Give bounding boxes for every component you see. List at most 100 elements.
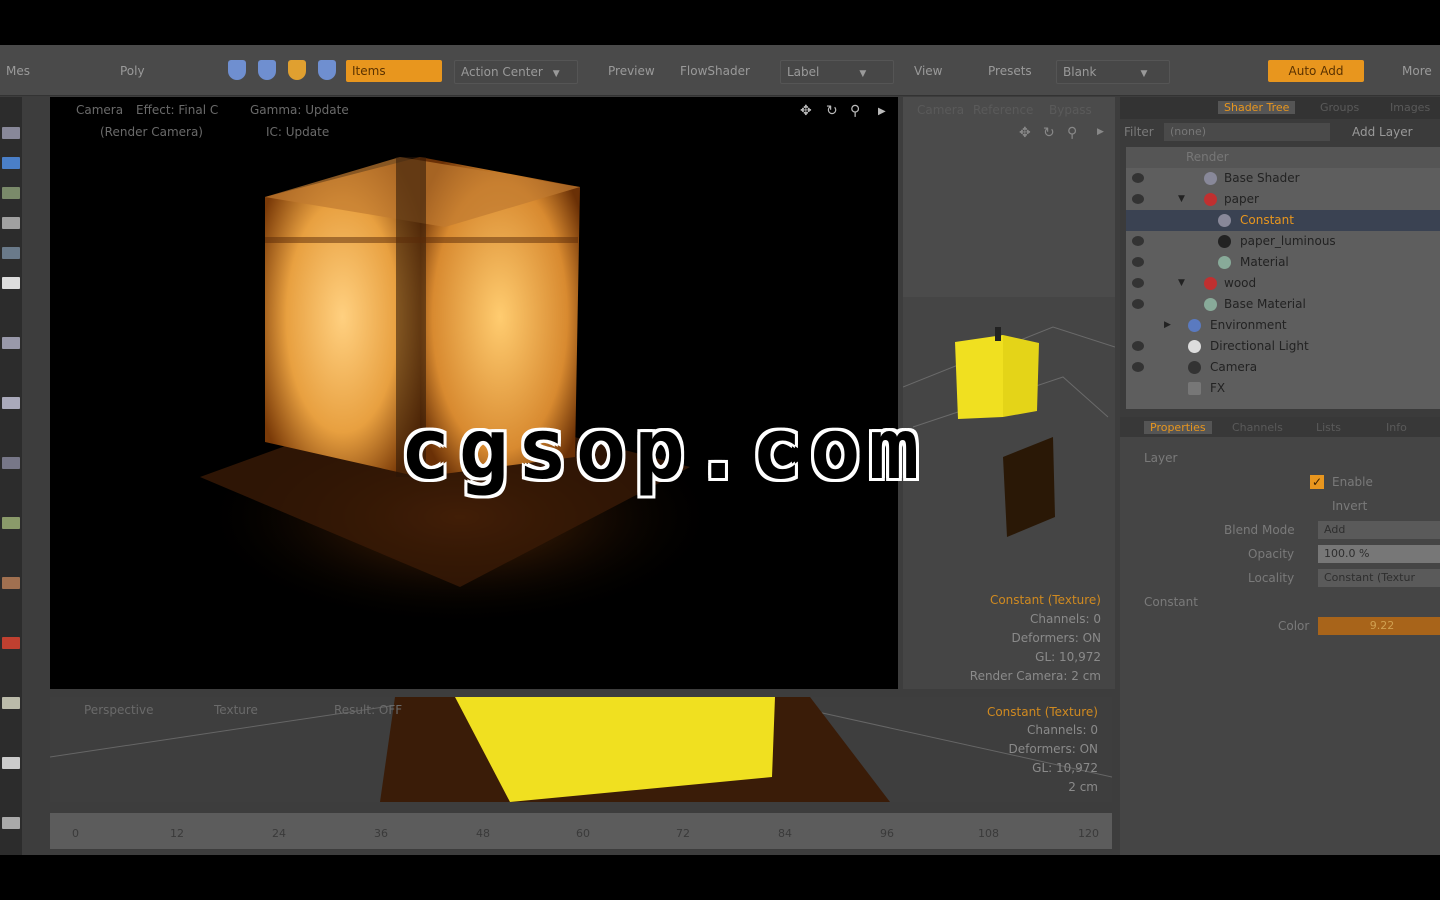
shader-tree-tabs: Shader Tree Groups Images	[1120, 97, 1440, 119]
chevron-down-icon[interactable]: ▼	[1178, 189, 1185, 210]
shader-icon	[1204, 172, 1217, 185]
tab-groups[interactable]: Groups	[1320, 101, 1359, 114]
tool-swatch-icon[interactable]	[2, 397, 20, 409]
tree-row-base-shader[interactable]: Base Shader	[1126, 168, 1440, 189]
timeline-tick: 96	[880, 827, 894, 840]
viewport-perspective-label[interactable]: Perspective	[84, 703, 154, 717]
timeline-tick: 120	[1078, 827, 1099, 840]
items-mode-label: Items	[352, 64, 386, 78]
tool-swatch-icon[interactable]	[2, 247, 20, 259]
tree-row-label: Base Shader	[1224, 171, 1300, 185]
opacity-field[interactable]: 100.0 %	[1318, 545, 1440, 563]
visibility-eye-icon[interactable]	[1132, 278, 1144, 288]
auto-add-button[interactable]: Auto Add	[1268, 60, 1364, 82]
tree-row-constant[interactable]: Constant	[1126, 210, 1440, 231]
timeline-tick: 48	[476, 827, 490, 840]
visibility-eye-icon[interactable]	[1132, 341, 1144, 351]
timeline-scrubber[interactable]: 0 12 24 36 48 60 72 84 96 108 120	[50, 813, 1112, 849]
action-center-dropdown[interactable]: Action Center ▼	[454, 60, 578, 84]
tree-row-wood[interactable]: ▼ wood	[1126, 273, 1440, 294]
timeline-tick: 12	[170, 827, 184, 840]
tool-swatch-icon[interactable]	[2, 817, 20, 829]
tree-row-paper[interactable]: ▼ paper	[1126, 189, 1440, 210]
visibility-eye-icon[interactable]	[1132, 173, 1144, 183]
enable-checkbox[interactable]: ✓	[1310, 475, 1324, 489]
tool-swatch-icon[interactable]	[2, 697, 20, 709]
tab-lists[interactable]: Lists	[1316, 421, 1341, 434]
image-map-icon	[1218, 235, 1231, 248]
viewport-info-deformers: Deformers: ON	[1008, 742, 1098, 756]
select-material-icon[interactable]	[318, 60, 336, 80]
more-button[interactable]: More	[1396, 60, 1438, 82]
render-preview-viewport[interactable]: Camera Effect: Final C Gamma: Update (Re…	[50, 97, 898, 689]
tab-properties[interactable]: Properties	[1144, 421, 1212, 434]
tree-row-camera[interactable]: Camera	[1126, 357, 1440, 378]
blend-mode-dropdown[interactable]: Add	[1318, 521, 1440, 539]
tree-row-render[interactable]: Render	[1126, 147, 1440, 168]
add-layer-button[interactable]: Add Layer	[1352, 125, 1413, 139]
tool-swatch-icon[interactable]	[2, 217, 20, 229]
filter-dropdown[interactable]: (none)	[1164, 123, 1330, 141]
tool-swatch-icon[interactable]	[2, 127, 20, 139]
visibility-eye-icon[interactable]	[1132, 362, 1144, 372]
visibility-eye-icon[interactable]	[1132, 236, 1144, 246]
viewport-texture-label[interactable]: Texture	[214, 703, 258, 717]
preview-button[interactable]: Preview	[602, 60, 661, 82]
chevron-down-icon: ▼	[552, 69, 560, 79]
select-vertex-icon[interactable]	[228, 60, 246, 80]
tree-row-label: Base Material	[1224, 297, 1306, 311]
select-polygon-icon[interactable]	[288, 60, 306, 80]
tree-row-environment[interactable]: ▶ Environment	[1126, 315, 1440, 336]
tool-swatch-icon[interactable]	[2, 337, 20, 349]
tool-swatch-icon[interactable]	[2, 457, 20, 469]
layout-dropdown[interactable]: Label ▼	[780, 60, 894, 84]
perspective-viewport[interactable]: Camera Reference Bypass ✥ ↻ ⚲ ▶ Constant…	[903, 97, 1115, 689]
tool-swatch-icon[interactable]	[2, 637, 20, 649]
tree-row-label: wood	[1224, 276, 1257, 290]
tab-shader-tree[interactable]: Shader Tree	[1218, 101, 1296, 114]
view-button[interactable]: View	[908, 60, 948, 82]
tool-swatch-icon[interactable]	[2, 157, 20, 169]
tree-row-material[interactable]: Material	[1126, 252, 1440, 273]
viewport-result-label[interactable]: Result: OFF	[334, 703, 402, 717]
items-mode-button[interactable]: Items	[346, 60, 442, 82]
tab-info[interactable]: Info	[1386, 421, 1407, 434]
flow-shader-button[interactable]: FlowShader	[674, 60, 756, 82]
viewport-info-render-camera: Render Camera: 2 cm	[969, 669, 1101, 683]
select-edge-icon[interactable]	[258, 60, 276, 80]
toolbar-mesh-button[interactable]: Mes	[0, 60, 36, 82]
layout-label: Label	[787, 65, 820, 79]
tree-row-paper-luminous[interactable]: paper_luminous	[1126, 231, 1440, 252]
tool-swatch-icon[interactable]	[2, 517, 20, 529]
tree-row-label: Directional Light	[1210, 339, 1309, 353]
presets-button[interactable]: Presets	[982, 60, 1038, 82]
visibility-eye-icon[interactable]	[1132, 299, 1144, 309]
tool-swatch-icon[interactable]	[2, 757, 20, 769]
tree-row-fx[interactable]: FX	[1126, 378, 1440, 399]
presets-dropdown-label: Blank	[1063, 65, 1097, 79]
color-value-field[interactable]: 9.22	[1318, 617, 1440, 635]
tree-row-base-material[interactable]: Base Material	[1126, 294, 1440, 315]
locality-dropdown[interactable]: Constant (Textur	[1318, 569, 1440, 587]
visibility-eye-icon[interactable]	[1132, 194, 1144, 204]
toolbar-poly-button[interactable]: Poly	[114, 60, 151, 82]
tree-row-label: Environment	[1210, 318, 1287, 332]
tool-swatch-icon[interactable]	[2, 277, 20, 289]
chevron-right-icon[interactable]: ▶	[1164, 315, 1171, 336]
tool-swatch-icon[interactable]	[2, 577, 20, 589]
visibility-eye-icon[interactable]	[1132, 257, 1144, 267]
tab-images[interactable]: Images	[1390, 101, 1430, 114]
timeline-tick: 36	[374, 827, 388, 840]
tree-row-label: paper_luminous	[1240, 234, 1336, 248]
shader-tree-panel: Shader Tree Groups Images Filter (none) …	[1120, 97, 1440, 855]
tool-swatch-icon[interactable]	[2, 187, 20, 199]
tab-channels[interactable]: Channels	[1232, 421, 1283, 434]
properties-panel: Properties Channels Lists Info Layer ✓ E…	[1120, 417, 1440, 855]
locality-label: Locality	[1248, 571, 1295, 585]
invert-label[interactable]: Invert	[1332, 499, 1367, 513]
presets-dropdown[interactable]: Blank ▼	[1056, 60, 1170, 84]
texture-viewport[interactable]: Perspective Texture Result: OFF Constant…	[50, 697, 1112, 802]
chevron-down-icon[interactable]: ▼	[1178, 273, 1185, 294]
viewport-info-material: Constant (Texture)	[986, 705, 1098, 719]
tree-row-directional-light[interactable]: Directional Light	[1126, 336, 1440, 357]
